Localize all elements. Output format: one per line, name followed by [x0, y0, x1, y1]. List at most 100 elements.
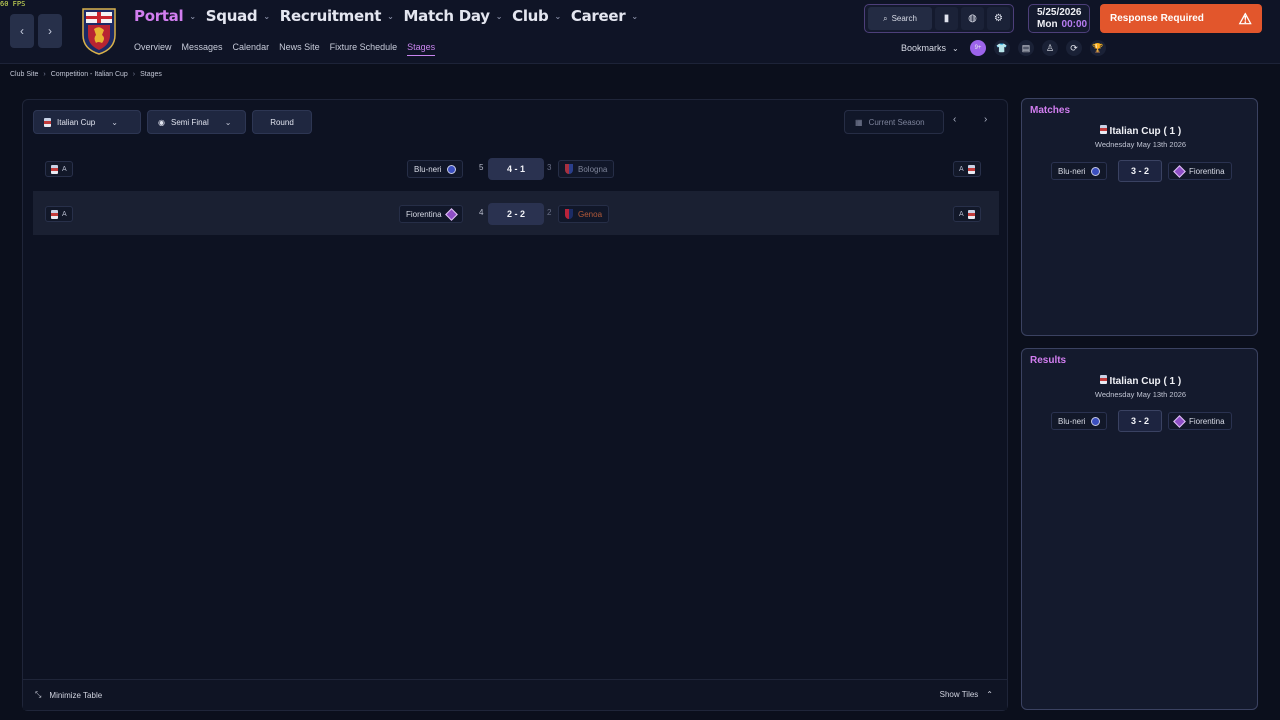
breadcrumb-club-site[interactable]: Club Site: [10, 71, 38, 78]
settings-button[interactable]: ⚙: [987, 7, 1010, 30]
shirt-icon[interactable]: 👕: [994, 40, 1010, 56]
bookmarks-dropdown[interactable]: Bookmarks ⌄: [901, 43, 959, 53]
cup-icon: [967, 164, 975, 174]
inbox-badge[interactable]: 9+: [970, 40, 986, 56]
next-season-button[interactable]: ›: [984, 114, 987, 125]
chevron-down-icon: ⌄: [952, 43, 959, 53]
menu-squad[interactable]: Squad ⌄: [206, 7, 270, 25]
search-button[interactable]: ⌕ Search: [868, 7, 932, 30]
submenu-calendar[interactable]: Calendar: [233, 42, 270, 56]
refresh-icon[interactable]: ⟳: [1066, 40, 1082, 56]
cup-icon: [1099, 375, 1107, 384]
competition-title: Italian Cup ( 1 ): [1022, 125, 1259, 137]
round-button[interactable]: Round: [252, 110, 312, 134]
breadcrumb-stages: Stages: [140, 71, 162, 78]
tactics-icon[interactable]: ▤: [1018, 40, 1034, 56]
bologna-badge-icon: [565, 164, 573, 174]
forward-button[interactable]: ›: [38, 14, 62, 48]
chevron-left-icon: ‹: [20, 24, 24, 38]
away-team[interactable]: Fiorentina: [1168, 162, 1232, 180]
cup-icon: [967, 209, 975, 219]
submenu-overview[interactable]: Overview: [134, 42, 172, 56]
calendar-icon: ▦: [855, 117, 863, 127]
season-selector[interactable]: ▦ Current Season: [844, 110, 944, 134]
current-time: 00:00: [1061, 19, 1088, 30]
blu-neri-badge-icon: [1090, 416, 1100, 426]
club-crest-icon[interactable]: [80, 5, 118, 55]
match-score[interactable]: 2 - 2: [488, 203, 544, 225]
fiorentina-badge-icon: [1173, 164, 1186, 178]
away-team[interactable]: Genoa: [558, 205, 610, 223]
sub-menu: Overview Messages Calendar News Site Fix…: [134, 42, 436, 56]
match-score[interactable]: 4 - 1: [488, 158, 544, 180]
top-bar: ‹ › Portal ⌄ Squad ⌄ Recruitment ⌄ Match Da…: [0, 0, 1280, 64]
main-menu: Portal ⌄ Squad ⌄ Recruitment ⌄ Match Day ⌄ C…: [134, 7, 638, 25]
matches-card: Matches Italian Cup ( 1 ) Wednesday May …: [1021, 98, 1258, 336]
venue-tag: A: [953, 206, 981, 222]
match-row[interactable]: A Fiorentina 4 2 - 2 2 Genoa A: [33, 191, 999, 235]
match-row[interactable]: A Blu-neri 5 4 - 1 3 Bologna A: [33, 146, 999, 190]
chevron-left-icon: ‹: [953, 114, 957, 125]
menu-match-day[interactable]: Match Day ⌄: [404, 7, 503, 25]
notes-button[interactable]: ▮: [935, 7, 958, 30]
training-icon[interactable]: ♙: [1042, 40, 1058, 56]
chevron-right-icon: ›: [984, 114, 988, 125]
chevron-down-icon: ⌄: [263, 11, 270, 21]
home-team[interactable]: Fiorentina: [399, 205, 463, 223]
cup-icon: [51, 209, 58, 219]
results-card: Results Italian Cup ( 1 ) Wednesday May …: [1021, 348, 1258, 710]
breadcrumb: Club Site › Competition - Italian Cup › …: [10, 71, 162, 78]
warning-icon: ⚠: [1238, 10, 1252, 28]
back-button[interactable]: ‹: [10, 14, 34, 48]
previous-season-button[interactable]: ‹: [953, 114, 956, 125]
menu-club[interactable]: Club ⌄: [512, 7, 561, 25]
away-team[interactable]: Bologna: [558, 160, 615, 178]
cup-icon: [44, 117, 51, 127]
minimize-table-button[interactable]: ⤡ Minimize Table: [35, 690, 102, 700]
menu-career[interactable]: Career ⌄: [571, 7, 638, 25]
away-team[interactable]: Fiorentina: [1168, 412, 1232, 430]
chevron-right-icon: ›: [43, 71, 46, 78]
cup-icon: [51, 164, 58, 174]
blu-neri-badge-icon: [1090, 166, 1100, 176]
menu-recruitment[interactable]: Recruitment ⌄: [280, 7, 394, 25]
card-heading: Matches: [1030, 105, 1071, 116]
menu-portal[interactable]: Portal ⌄: [134, 7, 196, 25]
trophy-icon[interactable]: 🏆: [1090, 40, 1106, 56]
competition-dropdown[interactable]: Italian Cup ⌄: [33, 110, 141, 134]
breadcrumb-competition[interactable]: Competition - Italian Cup: [51, 71, 128, 78]
stage-dropdown[interactable]: ◉ Semi Final ⌄: [147, 110, 246, 134]
chevron-down-icon: ⌄: [495, 11, 503, 21]
home-team[interactable]: Blu-neri: [1051, 162, 1107, 180]
fps-counter: 60 FPS: [0, 0, 26, 8]
home-team[interactable]: Blu-neri: [407, 160, 463, 178]
chevron-right-icon: ›: [132, 71, 136, 78]
match-score[interactable]: 3 - 2: [1118, 160, 1162, 182]
response-required-button[interactable]: Response Required ⚠: [1100, 4, 1262, 33]
home-penalties: 5: [479, 163, 484, 172]
submenu-fixture-schedule[interactable]: Fixture Schedule: [330, 42, 398, 56]
card-heading: Results: [1030, 355, 1067, 366]
current-date: 5/25/2026: [1037, 7, 1082, 18]
cup-icon: [1099, 125, 1107, 134]
submenu-news-site[interactable]: News Site: [279, 42, 320, 56]
submenu-messages[interactable]: Messages: [182, 42, 223, 56]
home-team[interactable]: Blu-neri: [1051, 412, 1107, 430]
toolbar: ⌕ Search ▮ ◍ ⚙: [864, 4, 1014, 33]
minimize-icon: ⤡: [35, 690, 42, 699]
search-icon: ⌕: [883, 13, 888, 23]
chevron-down-icon: ⌄: [387, 11, 394, 21]
away-penalties: 3: [547, 163, 552, 172]
world-button[interactable]: ◍: [961, 7, 984, 30]
venue-tag: A: [45, 206, 73, 222]
date-time-display[interactable]: 5/25/2026 Mon 00:00: [1028, 4, 1090, 33]
match-date: Wednesday May 13th 2026: [1094, 140, 1187, 149]
panel-footer: ⤡ Minimize Table Show Tiles ⌃: [23, 679, 1007, 710]
match-score[interactable]: 3 - 2: [1118, 410, 1162, 432]
venue-tag: A: [45, 161, 73, 177]
submenu-stages[interactable]: Stages: [407, 42, 436, 56]
eye-icon: ◉: [158, 117, 165, 127]
away-penalties: 2: [547, 208, 552, 217]
show-tiles-button[interactable]: Show Tiles ⌃: [940, 690, 993, 699]
globe-icon: ◍: [968, 13, 977, 24]
